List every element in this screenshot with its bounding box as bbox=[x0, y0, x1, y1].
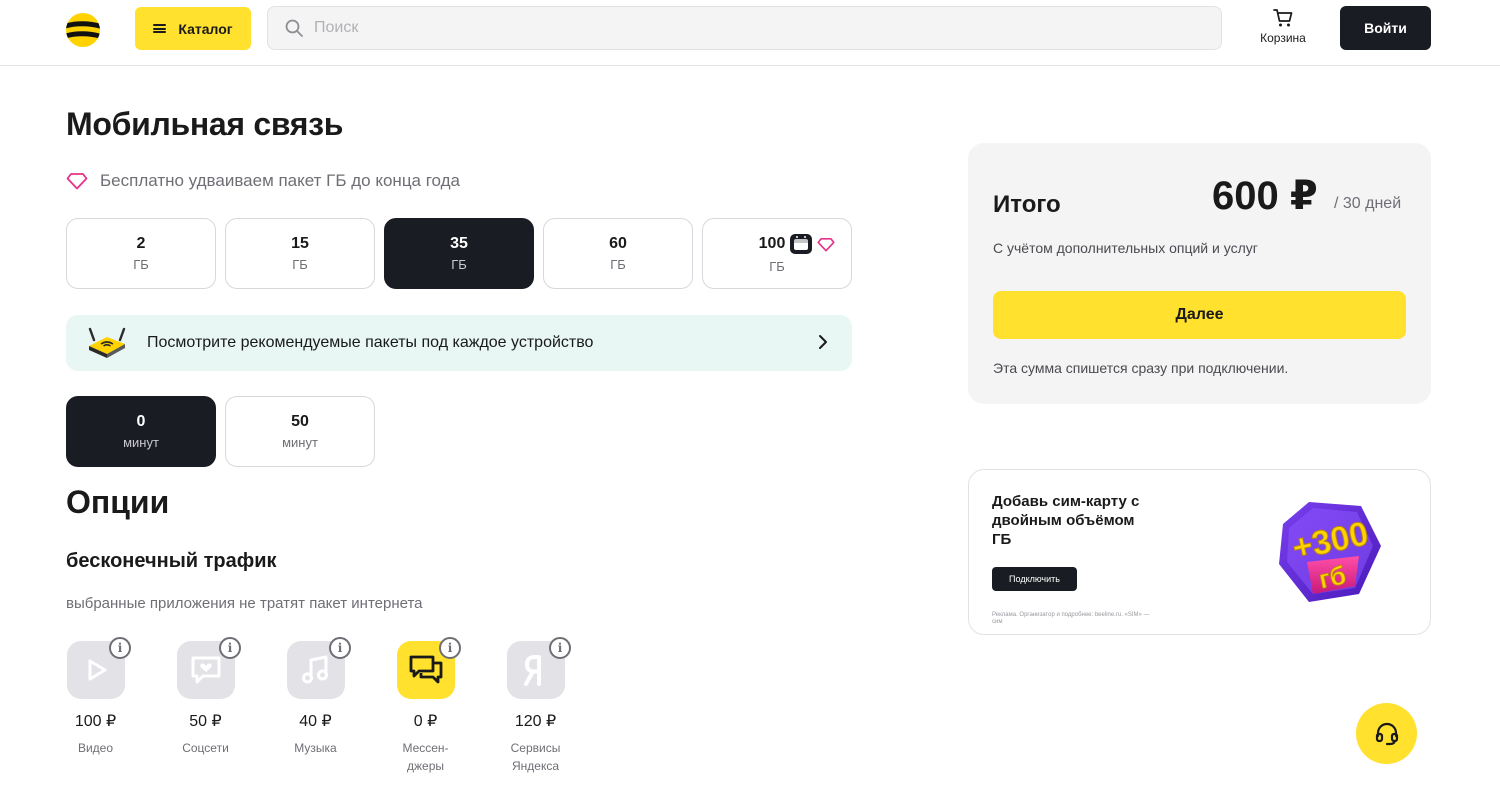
app-name: Сервисы Яндекса bbox=[511, 739, 561, 775]
app-price: 40 ₽ bbox=[299, 713, 332, 730]
package-unit: ГБ bbox=[292, 257, 308, 272]
data-package-selector: 2 ГБ 15 ГБ 35 ГБ 60 ГБ 100 ГБ bbox=[66, 218, 852, 289]
app-option-music: i 40 ₽ Музыка bbox=[286, 637, 351, 775]
summary-period: / 30 дней bbox=[1334, 195, 1402, 212]
package-value: 35 bbox=[450, 235, 468, 252]
page-title: Мобильная связь bbox=[66, 106, 344, 142]
device-banner-text: Посмотрите рекомендуемые пакеты под кажд… bbox=[147, 334, 594, 351]
app-option-yandex: i 120 ₽ Сервисы Яндекса bbox=[506, 637, 571, 775]
package-value: 100 bbox=[758, 235, 786, 252]
ad-title: Добавь сим-карту с двойным объёмом ГБ bbox=[992, 493, 1140, 548]
data-package-15gb[interactable]: 15 ГБ bbox=[225, 218, 375, 289]
info-icon[interactable]: i bbox=[439, 637, 461, 659]
yandex-icon bbox=[523, 655, 541, 686]
info-icon[interactable]: i bbox=[109, 637, 131, 659]
minutes-package-selector: 0 минут 50 минут bbox=[66, 396, 375, 467]
app-name: Видео bbox=[77, 741, 114, 755]
tv-box-icon bbox=[790, 234, 813, 254]
sim-card-ad[interactable]: Добавь сим-карту с двойным объёмом ГБ По… bbox=[968, 469, 1431, 635]
app-option-video: i 100 ₽ Видео bbox=[66, 637, 131, 775]
package-unit: ГБ bbox=[451, 257, 467, 272]
info-icon[interactable]: i bbox=[329, 637, 351, 659]
cart-icon bbox=[1273, 9, 1293, 27]
data-package-2gb[interactable]: 2 ГБ bbox=[66, 218, 216, 289]
search-icon bbox=[285, 19, 303, 37]
minutes-package-0[interactable]: 0 минут bbox=[66, 396, 216, 467]
diamond-icon bbox=[66, 173, 88, 190]
header: Каталог Корзина Войти bbox=[0, 0, 1500, 66]
device-recommendation-banner[interactable]: Посмотрите рекомендуемые пакеты под кажд… bbox=[66, 315, 852, 371]
plus-300-gb-badge: +300 гб bbox=[1279, 502, 1381, 602]
social-heart-icon bbox=[191, 656, 220, 684]
cart-button[interactable]: Корзина bbox=[1252, 8, 1314, 50]
unlimited-traffic-title: бесконечный трафик bbox=[66, 550, 277, 572]
minutes-package-50[interactable]: 50 минут bbox=[225, 396, 375, 467]
package-unit: ГБ bbox=[610, 257, 626, 272]
app-price: 0 ₽ bbox=[413, 713, 438, 730]
app-name: Мессен- джеры bbox=[402, 739, 448, 775]
app-price: 100 ₽ bbox=[74, 713, 117, 730]
summary-label: Итого bbox=[993, 191, 1061, 218]
login-button[interactable]: Войти bbox=[1340, 6, 1431, 50]
order-summary: Итого 600 ₽ / 30 дней С учётом дополните… bbox=[968, 143, 1431, 404]
app-option-social: i 50 ₽ Соцсети bbox=[176, 637, 241, 775]
app-name-line: джеры bbox=[406, 759, 444, 773]
beeline-logo[interactable] bbox=[64, 11, 102, 49]
headset-icon bbox=[1375, 722, 1398, 745]
diamond-icon bbox=[817, 237, 835, 251]
unlimited-traffic-subtitle: выбранные приложения не тратят пакет инт… bbox=[66, 595, 423, 612]
app-options-list: i 100 ₽ Видео i 50 ₽ Соцсети i 40 ₽ Музы… bbox=[66, 637, 571, 775]
promo-line: Бесплатно удваиваем пакет ГБ до конца го… bbox=[66, 171, 460, 191]
menu-icon bbox=[153, 24, 167, 33]
package-unit: ГБ bbox=[133, 257, 149, 272]
cart-label: Корзина bbox=[1260, 31, 1306, 45]
music-note-icon bbox=[301, 655, 328, 684]
summary-price: 600 ₽ bbox=[1212, 174, 1318, 218]
info-icon[interactable]: i bbox=[549, 637, 571, 659]
package-value: 2 bbox=[136, 235, 146, 252]
catalog-button[interactable]: Каталог bbox=[135, 7, 251, 50]
search-bar[interactable] bbox=[267, 6, 1222, 50]
info-icon[interactable]: i bbox=[219, 637, 241, 659]
app-option-messengers: i 0 ₽ Мессен- джеры bbox=[396, 637, 461, 775]
router-icon bbox=[88, 327, 126, 358]
support-chat-button[interactable] bbox=[1356, 703, 1417, 764]
package-value-row: 100 bbox=[759, 233, 836, 255]
options-title: Опции bbox=[66, 484, 170, 520]
ad-legal-text: Реклама. Организатор и подробнее: beelin… bbox=[992, 612, 1150, 625]
data-package-60gb[interactable]: 60 ГБ bbox=[543, 218, 693, 289]
package-value: 0 bbox=[136, 413, 146, 430]
package-unit: минут bbox=[123, 435, 159, 450]
summary-footnote: Эта сумма спишется сразу при подключении… bbox=[993, 360, 1289, 376]
chevron-right-icon bbox=[819, 335, 827, 349]
package-value: 50 bbox=[291, 413, 309, 430]
summary-note: С учётом дополнительных опций и услуг bbox=[993, 240, 1258, 256]
data-package-35gb[interactable]: 35 ГБ bbox=[384, 218, 534, 289]
promo-text: Бесплатно удваиваем пакет ГБ до конца го… bbox=[100, 171, 461, 190]
search-input[interactable] bbox=[314, 19, 1194, 37]
app-price: 120 ₽ bbox=[514, 713, 557, 730]
messenger-chat-icon bbox=[409, 655, 442, 684]
catalog-label: Каталог bbox=[178, 20, 233, 37]
app-name: Соцсети bbox=[182, 741, 229, 755]
package-unit: минут bbox=[282, 435, 318, 450]
app-name-line: Сервисы bbox=[510, 741, 561, 755]
package-unit: ГБ bbox=[769, 259, 785, 274]
app-name-line: Яндекса bbox=[511, 759, 560, 773]
data-package-100gb[interactable]: 100 ГБ bbox=[702, 218, 852, 289]
next-button[interactable]: Далее bbox=[993, 291, 1406, 339]
video-play-icon bbox=[88, 659, 106, 681]
app-name: Музыка bbox=[294, 741, 337, 755]
app-name-line: Мессен- bbox=[402, 741, 449, 755]
app-price: 50 ₽ bbox=[189, 713, 222, 730]
package-value: 60 bbox=[609, 235, 627, 252]
ad-connect-button[interactable]: Подключить bbox=[992, 567, 1077, 591]
package-value: 15 bbox=[291, 235, 309, 252]
